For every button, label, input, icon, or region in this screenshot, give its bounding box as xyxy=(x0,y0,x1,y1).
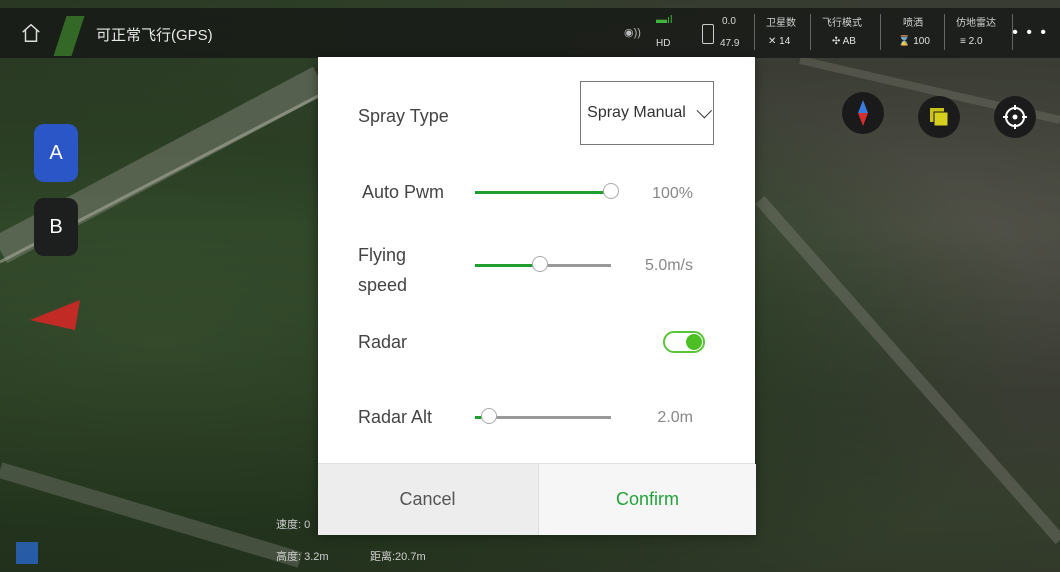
spray-type-select[interactable]: Spray Manual xyxy=(580,81,714,145)
radar-icon: ≡ xyxy=(960,36,966,47)
flight-mode-text: AB xyxy=(842,36,856,47)
battery-top-value: 0.0 xyxy=(722,16,736,27)
radar-toggle[interactable] xyxy=(663,331,705,353)
slider-knob[interactable] xyxy=(532,256,548,272)
home-icon[interactable] xyxy=(20,22,42,44)
separator xyxy=(810,14,811,50)
point-a-button[interactable]: A xyxy=(34,124,78,182)
remote-signal-icon: ▬ıl xyxy=(656,14,673,26)
spray-settings-dialog: Spray Type Spray Manual Auto Pwm 100% Fl… xyxy=(318,57,756,535)
radar-alt-slider[interactable] xyxy=(475,408,611,425)
battery-bottom-value: 47.9 xyxy=(720,38,740,49)
flying-speed-slider[interactable] xyxy=(475,256,611,273)
distance-readout: 距离:20.7m xyxy=(370,551,426,563)
slider-fill xyxy=(475,264,540,267)
flight-status-text: 可正常飞行(GPS) xyxy=(96,27,213,44)
battery-icon xyxy=(702,24,714,44)
auto-pwm-label: Auto Pwm xyxy=(362,182,445,202)
satellites-count: 14 xyxy=(779,36,791,47)
drone-icon: ✣ xyxy=(832,36,841,47)
spray-type-label: Spray Type xyxy=(358,106,449,126)
radar-label: Radar xyxy=(358,332,408,352)
flight-mode-value: ✣ AB xyxy=(832,36,856,47)
slider-knob[interactable] xyxy=(481,408,497,424)
satellite-icon: ✕ xyxy=(768,36,777,47)
crosshair-icon xyxy=(1003,105,1027,129)
spray-value: ⌛ 100 xyxy=(898,36,930,47)
cancel-button[interactable]: Cancel xyxy=(318,464,537,535)
more-menu-button[interactable]: • • • xyxy=(1012,24,1048,42)
app-logo xyxy=(16,542,38,564)
spray-label: 喷洒 xyxy=(903,18,923,29)
separator xyxy=(880,14,881,50)
top-status-bar: 可正常飞行(GPS) ◉)) ▬ıl HD 0.0 47.9 卫星数 ✕ 14 … xyxy=(0,8,1060,58)
locate-button[interactable] xyxy=(994,96,1036,138)
separator xyxy=(944,14,945,50)
return-arrow-icon xyxy=(30,300,80,330)
battery-group: 0.0 47.9 xyxy=(700,10,750,56)
slider-fill xyxy=(475,191,611,194)
flying-speed-label-line1: Flying xyxy=(358,245,407,265)
auto-pwm-slider[interactable] xyxy=(475,183,619,200)
speed-readout: 速度: 0 xyxy=(276,519,311,531)
slider-knob[interactable] xyxy=(603,183,619,199)
chevron-down-icon xyxy=(696,102,712,118)
spray-icon: ⌛ xyxy=(898,36,911,47)
flying-speed-value: 5.0m/s xyxy=(644,257,693,274)
status-accent xyxy=(53,16,85,56)
spray-type-value: Spray Manual xyxy=(587,104,686,121)
layers-button[interactable] xyxy=(918,96,960,138)
terrain-radar-value: ≡ 2.0 xyxy=(960,36,983,47)
radar-alt-value: 2.0m xyxy=(657,409,693,426)
compass-icon xyxy=(858,100,868,126)
flying-speed-label-line2: speed xyxy=(358,275,408,295)
confirm-button[interactable]: Confirm xyxy=(538,464,756,535)
altitude-readout: 高度: 3.2m xyxy=(276,551,329,563)
toggle-knob xyxy=(686,334,702,350)
dialog-footer: Cancel Confirm xyxy=(318,463,756,535)
satellites-label: 卫星数 xyxy=(766,18,796,29)
radar-alt-label: Radar Alt xyxy=(358,407,433,427)
compass-button[interactable] xyxy=(842,92,884,134)
flight-mode-label: 飞行模式 xyxy=(822,18,862,29)
terrain-radar-number: 2.0 xyxy=(968,36,983,47)
hd-label: HD xyxy=(656,38,671,49)
signal-icon: ◉)) xyxy=(624,27,641,39)
separator xyxy=(754,14,755,50)
layers-icon xyxy=(930,108,949,127)
terrain-radar-label: 仿地雷达 xyxy=(956,18,996,29)
point-b-button[interactable]: B xyxy=(34,198,78,256)
spray-percent: 100 xyxy=(913,36,930,47)
satellites-value: ✕ 14 xyxy=(768,36,790,47)
link-signal-group: ◉)) ▬ıl HD xyxy=(620,10,700,56)
auto-pwm-value: 100% xyxy=(652,185,693,202)
